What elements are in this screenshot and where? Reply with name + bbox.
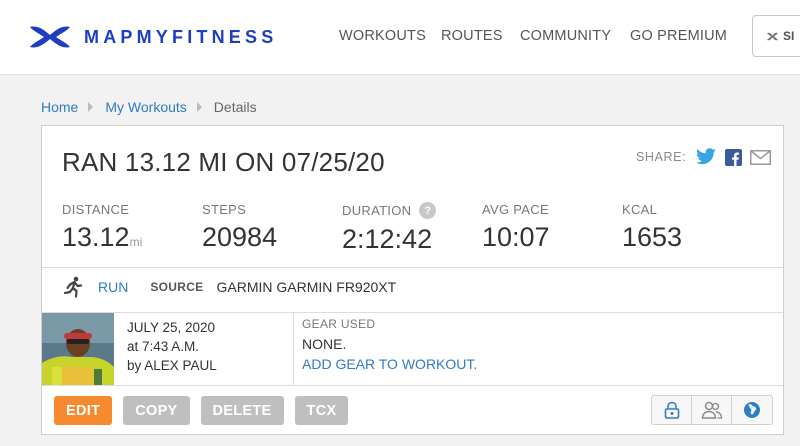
avatar[interactable] bbox=[42, 313, 114, 385]
stat-distance-value-wrap: 13.12mi bbox=[62, 222, 142, 253]
stat-avg-pace-label: AVG PACE bbox=[482, 202, 549, 217]
divider bbox=[42, 312, 783, 313]
privacy-public-button[interactable] bbox=[732, 396, 772, 424]
stat-kcal-label: KCAL bbox=[622, 202, 658, 217]
gear-section: GEAR USED NONE. ADD GEAR TO WORKOUT. bbox=[302, 317, 477, 372]
stat-distance-value: 13.12 bbox=[62, 222, 130, 252]
workout-title: RAN 13.12 MI ON 07/25/20 bbox=[62, 147, 385, 177]
breadcrumb-my-workouts[interactable]: My Workouts bbox=[105, 99, 186, 115]
facebook-icon[interactable] bbox=[725, 148, 743, 166]
privacy-friends-button[interactable] bbox=[692, 396, 732, 424]
stat-steps-value: 20984 bbox=[202, 222, 278, 252]
stat-avg-pace-value: 10:07 bbox=[482, 222, 550, 252]
nav-workouts[interactable]: WORKOUTS bbox=[339, 28, 426, 44]
breadcrumb-home[interactable]: Home bbox=[41, 99, 78, 115]
privacy-toggle bbox=[651, 395, 773, 425]
workout-card: RAN 13.12 MI ON 07/25/20 SHARE: DISTANCE… bbox=[41, 125, 784, 435]
edit-button[interactable]: EDIT bbox=[54, 396, 113, 425]
stat-duration: DURATION? 2:12:42 bbox=[342, 202, 437, 255]
workout-author: by ALEX PAUL bbox=[127, 358, 217, 373]
stat-kcal: KCAL 1653 bbox=[622, 202, 682, 253]
breadcrumb: Home My Workouts Details bbox=[41, 99, 257, 115]
brand-wordmark[interactable]: MAPMYFITNESS bbox=[84, 27, 277, 48]
breadcrumb-separator-icon bbox=[88, 102, 94, 112]
stat-duration-value: 2:12:42 bbox=[342, 224, 433, 254]
globe-icon bbox=[744, 402, 760, 418]
action-bar: EDIT COPY DELETE TCX bbox=[54, 396, 359, 425]
activity-type-link[interactable]: RUN bbox=[98, 279, 128, 295]
breadcrumb-current: Details bbox=[213, 99, 257, 115]
source-value: GARMIN GARMIN FR920XT bbox=[216, 279, 397, 295]
nav-community[interactable]: COMMUNITY bbox=[520, 28, 611, 44]
privacy-private-button[interactable] bbox=[652, 396, 692, 424]
lock-icon bbox=[664, 401, 679, 419]
stat-steps-label: STEPS bbox=[202, 202, 247, 217]
nav-routes[interactable]: ROUTES bbox=[441, 28, 503, 44]
stat-avg-pace: AVG PACE 10:07 bbox=[482, 202, 550, 253]
share-bar: SHARE: bbox=[636, 148, 779, 166]
stat-steps: STEPS 20984 bbox=[202, 202, 277, 253]
stat-kcal-value: 1653 bbox=[622, 222, 683, 252]
tcx-button[interactable]: TCX bbox=[294, 396, 349, 425]
source-label: SOURCE bbox=[150, 280, 204, 294]
copy-button[interactable]: COPY bbox=[123, 396, 190, 425]
under-armour-mini-icon bbox=[767, 32, 778, 40]
stat-distance: DISTANCE 13.12mi bbox=[62, 202, 142, 253]
breadcrumb-separator-icon bbox=[196, 102, 202, 112]
twitter-icon[interactable] bbox=[695, 148, 717, 166]
nav-go-premium[interactable]: GO PREMIUM bbox=[630, 28, 727, 44]
sign-in-button[interactable]: SI bbox=[752, 15, 800, 57]
help-icon[interactable]: ? bbox=[419, 202, 437, 219]
divider bbox=[42, 267, 783, 268]
running-person-icon bbox=[63, 276, 83, 298]
friends-icon bbox=[701, 401, 722, 419]
delete-button[interactable]: DELETE bbox=[200, 396, 284, 425]
gear-label: GEAR USED bbox=[302, 317, 376, 331]
add-gear-link[interactable]: ADD GEAR TO WORKOUT. bbox=[302, 356, 477, 372]
activity-row: RUN SOURCE GARMIN GARMIN FR920XT bbox=[62, 276, 396, 298]
divider bbox=[42, 385, 783, 386]
stat-distance-unit: mi bbox=[129, 235, 143, 249]
sign-in-label: SI bbox=[783, 29, 795, 43]
top-nav: MAPMYFITNESS WORKOUTS ROUTES COMMUNITY G… bbox=[0, 0, 800, 75]
gear-value: NONE. bbox=[302, 336, 347, 352]
workout-time: at 7:43 A.M. bbox=[127, 339, 200, 354]
stat-distance-label: DISTANCE bbox=[62, 202, 130, 217]
stat-duration-label: DURATION bbox=[342, 203, 412, 218]
stat-duration-label-wrap: DURATION? bbox=[342, 202, 437, 219]
workout-meta: JULY 25, 2020 at 7:43 A.M. by ALEX PAUL bbox=[127, 318, 217, 375]
workout-date: JULY 25, 2020 bbox=[127, 320, 216, 335]
share-label: SHARE: bbox=[636, 150, 687, 164]
vertical-divider bbox=[293, 313, 294, 385]
under-armour-logo-icon[interactable] bbox=[28, 23, 72, 51]
email-icon[interactable] bbox=[750, 149, 772, 165]
